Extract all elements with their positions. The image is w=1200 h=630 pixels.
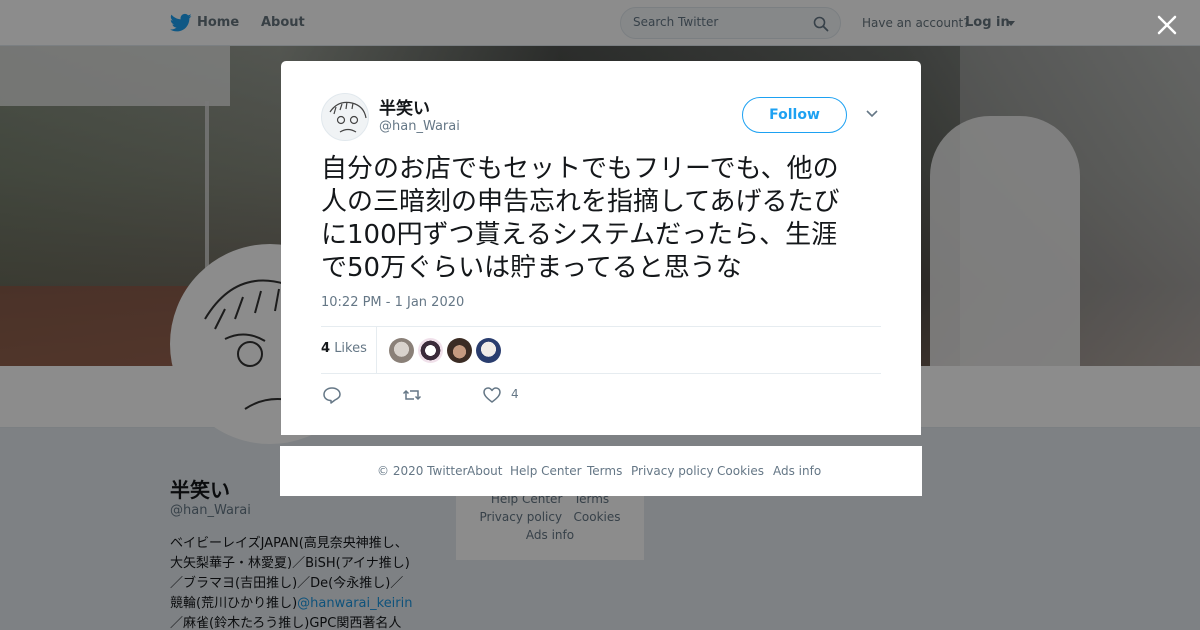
footer-about-link[interactable]: About [467,464,502,478]
footer-ads-link[interactable]: Ads info [773,464,821,478]
heart-icon[interactable] [482,385,502,405]
modal-footer: © 2020 Twitter About Help Center Terms P… [280,446,922,496]
footer-privacy-link[interactable]: Privacy policy [631,464,714,478]
reply-icon[interactable] [322,385,342,405]
chevron-down-icon[interactable] [865,109,879,119]
footer-help-link[interactable]: Help Center [510,464,582,478]
author-handle[interactable]: @han_Warai [379,119,460,134]
follow-button[interactable]: Follow [742,97,847,133]
likes-stat[interactable]: 4 Likes [321,341,367,356]
liker-avatar[interactable] [476,338,501,363]
footer-copyright: © 2020 Twitter [377,464,468,478]
author-name[interactable]: 半笑い [379,94,430,119]
tweet-timestamp[interactable]: 10:22 PM - 1 Jan 2020 [321,295,464,310]
tweet-actions: 4 [321,383,881,407]
liker-avatar[interactable] [389,338,414,363]
close-icon[interactable] [1154,12,1180,38]
like-count: 4 [511,387,519,401]
retweet-icon[interactable] [402,385,422,405]
author-avatar[interactable] [321,93,369,141]
tweet-text: 自分のお店でもセットでもフリーでも、他の 人の三暗刻の申告忘れを指摘してあげるた… [321,154,840,283]
liker-avatar[interactable] [418,338,443,363]
footer-terms-link[interactable]: Terms [587,464,622,478]
footer-cookies-link[interactable]: Cookies [717,464,764,478]
tweet-modal: 半笑い @han_Warai Follow 自分のお店でもセットでもフリーでも、… [281,61,921,435]
liker-avatar[interactable] [447,338,472,363]
tweet-stats: 4 Likes [321,326,881,374]
